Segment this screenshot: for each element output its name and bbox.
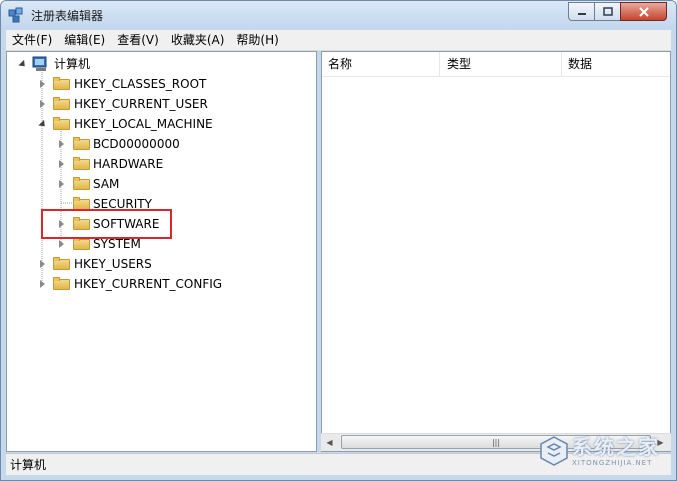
tree-node-label: 计算机 xyxy=(54,57,91,71)
folder-icon xyxy=(73,157,90,170)
folder-icon xyxy=(73,177,90,190)
tree-node-label: HKEY_CLASSES_ROOT xyxy=(74,77,207,91)
tree-node-label: HARDWARE xyxy=(93,157,164,171)
window-title: 注册表编辑器 xyxy=(31,9,104,23)
list-header: 名称 类型 数据 xyxy=(322,52,670,77)
collapsed-arrow-icon[interactable] xyxy=(59,240,64,248)
tree-node-label: SAM xyxy=(93,177,120,191)
folder-icon xyxy=(73,137,90,150)
folder-icon xyxy=(53,77,70,90)
column-header-name[interactable]: 名称 xyxy=(322,52,440,76)
folder-icon xyxy=(53,97,70,110)
menu-file[interactable]: 文件(F) xyxy=(6,30,58,50)
close-button[interactable] xyxy=(620,2,667,21)
watermark-subtext: XITONGZHIJIA.NET xyxy=(572,459,653,467)
registry-editor-window: 注册表编辑器 文件(F) 编辑(E) 查看(V) 收藏夹(A) 帮助(H) 计算… xyxy=(0,0,677,481)
minimize-icon xyxy=(577,12,586,15)
tree-node-label: HKEY_CURRENT_CONFIG xyxy=(74,277,223,291)
collapsed-arrow-icon[interactable] xyxy=(40,80,45,88)
menu-view[interactable]: 查看(V) xyxy=(111,30,165,50)
watermark-logo: 系统之家 XITONGZHIJIA.NET xyxy=(536,429,674,473)
maximize-button[interactable] xyxy=(594,2,621,21)
folder-icon xyxy=(53,277,70,290)
menu-edit[interactable]: 编辑(E) xyxy=(58,30,111,50)
tree-node-label: HKEY_LOCAL_MACHINE xyxy=(74,117,213,131)
watermark-emblem-icon xyxy=(540,436,568,466)
collapsed-arrow-icon[interactable] xyxy=(40,260,45,268)
values-list-pane[interactable]: 名称 类型 数据 xyxy=(321,51,671,452)
tree-node-label: HKEY_USERS xyxy=(74,257,152,271)
scroll-left-icon[interactable]: ◀ xyxy=(321,434,338,451)
collapsed-arrow-icon[interactable] xyxy=(59,180,64,188)
column-header-type[interactable]: 类型 xyxy=(441,52,562,76)
collapsed-arrow-icon[interactable] xyxy=(40,100,45,108)
minimize-button[interactable] xyxy=(568,2,595,21)
collapsed-arrow-icon[interactable] xyxy=(40,280,45,288)
tree-node-label: HKEY_CURRENT_USER xyxy=(74,97,208,111)
collapsed-arrow-icon[interactable] xyxy=(59,160,64,168)
menu-favorites[interactable]: 收藏夹(A) xyxy=(165,30,231,50)
folder-icon xyxy=(53,257,70,270)
tree-node-label: BCD00000000 xyxy=(93,137,180,151)
title-bar[interactable]: 注册表编辑器 xyxy=(1,1,676,29)
menu-bar: 文件(F) 编辑(E) 查看(V) 收藏夹(A) 帮助(H) xyxy=(6,30,671,51)
highlight-box-software xyxy=(41,209,172,239)
maximize-icon xyxy=(602,7,613,16)
regedit-icon xyxy=(8,7,23,23)
collapsed-arrow-icon[interactable] xyxy=(59,140,64,148)
close-icon xyxy=(638,6,649,17)
menu-help[interactable]: 帮助(H) xyxy=(230,30,284,50)
column-header-data[interactable]: 数据 xyxy=(562,52,670,76)
computer-icon xyxy=(32,56,47,71)
tree-pane[interactable]: 计算机 HKEY_CLASSES_ROOT HKEY_CURRENT_USER … xyxy=(6,51,317,452)
watermark-text: 系统之家 xyxy=(572,435,660,459)
folder-open-icon xyxy=(53,117,70,130)
